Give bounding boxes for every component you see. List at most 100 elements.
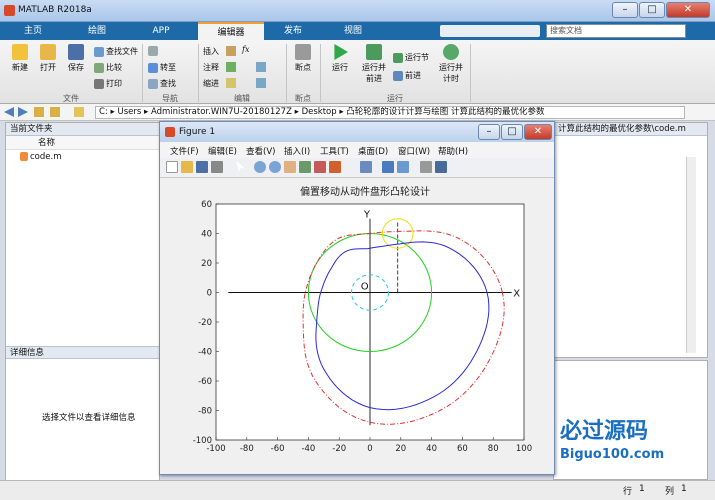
menu-desktop[interactable]: 桌面(D)	[358, 145, 388, 157]
row-label: 行	[623, 487, 633, 497]
comment-button[interactable]: 注释	[203, 62, 219, 73]
hide-plot-tools-icon[interactable]	[420, 161, 432, 173]
open-button[interactable]: 打开	[34, 44, 62, 73]
path-breadcrumb[interactable]: C: ▸ Users ▸ Administrator.WIN7U-2018012…	[95, 106, 685, 119]
figure-window[interactable]: Figure 1 – □ ✕ 文件(F) 编辑(E) 查看(V) 插入(I) 工…	[159, 121, 555, 475]
details-hint: 选择文件以查看详细信息	[42, 413, 136, 423]
minimize-button[interactable]: –	[612, 2, 638, 18]
y-tick-label: -20	[198, 318, 212, 328]
insert-icon	[226, 46, 236, 56]
figure-close-button[interactable]: ✕	[524, 124, 552, 140]
name-column-header[interactable]: 名称	[6, 136, 159, 150]
legend-icon[interactable]	[397, 161, 409, 173]
y-tick-label: -100	[193, 436, 212, 446]
path-crumb[interactable]: 凸轮轮廓的设计计算与绘图 计算此结构的最优化参数	[346, 107, 544, 117]
current-folder-header: 当前文件夹	[6, 123, 159, 136]
compare-icon	[94, 62, 104, 73]
editor-scrollbar[interactable]	[686, 157, 696, 353]
watermark-url: Biguo100.com	[560, 447, 664, 462]
menu-insert[interactable]: 插入(I)	[284, 145, 310, 157]
menu-view[interactable]: 查看(V)	[246, 145, 275, 157]
new-button[interactable]: 新建	[6, 44, 34, 73]
find-files-button[interactable]: 查找文件	[94, 46, 138, 57]
x-tick-label: -80	[240, 444, 254, 454]
forward-icon[interactable]	[18, 107, 28, 117]
pan-icon[interactable]	[284, 161, 296, 173]
insert-function-button[interactable]: fx	[242, 45, 249, 54]
compare-button[interactable]: 比较	[94, 62, 122, 73]
goto-icon	[148, 46, 158, 56]
tab-plots[interactable]: 绘图	[72, 22, 122, 40]
breakpoints-button[interactable]: 断点	[290, 44, 316, 73]
data-cursor-icon[interactable]	[314, 161, 326, 173]
x-tick-label: -60	[271, 444, 285, 454]
folder-icon	[40, 44, 56, 60]
open-file-icon[interactable]	[181, 161, 193, 173]
run-time-button[interactable]: 运行并 计时	[436, 44, 466, 84]
path-crumb[interactable]: C:	[99, 107, 108, 117]
run-button[interactable]: 运行	[326, 44, 354, 73]
path-crumb[interactable]: Users	[117, 107, 141, 117]
menu-help[interactable]: 帮助(H)	[438, 145, 468, 157]
find-button[interactable]: 查找	[148, 78, 176, 89]
search-input[interactable]: 搜索文档	[546, 24, 686, 38]
group-separator	[470, 44, 471, 102]
x-tick-label: -40	[301, 444, 315, 454]
m-file-icon	[20, 152, 28, 161]
link-plot-icon[interactable]	[360, 161, 372, 173]
indent-button[interactable]: 缩进	[203, 78, 219, 89]
percent-icon	[226, 62, 236, 72]
maximize-button[interactable]: □	[639, 2, 665, 18]
tab-home[interactable]: 主页	[8, 22, 58, 40]
tab-editor[interactable]: 编辑器	[198, 22, 264, 40]
tab-view[interactable]: 视图	[328, 22, 378, 40]
rotate-icon[interactable]	[299, 161, 311, 173]
figure-maximize-button[interactable]: □	[501, 124, 523, 140]
cam-profile-chart[interactable]: -100 -80 -60 -40 -20 0 20 40 60 80 100-100-80-60-4…	[160, 178, 554, 474]
show-plot-tools-icon[interactable]	[435, 161, 447, 173]
file-row[interactable]: code.m	[6, 150, 159, 164]
print-button[interactable]: 打印	[94, 78, 122, 89]
zoom-in-icon[interactable]	[254, 161, 266, 173]
brush-icon[interactable]	[329, 161, 341, 173]
y-tick-label: 0	[207, 289, 212, 299]
save-icon[interactable]	[196, 161, 208, 173]
browse-folder-icon[interactable]	[50, 107, 60, 117]
new-figure-icon[interactable]	[166, 161, 178, 173]
print-icon[interactable]	[211, 161, 223, 173]
pointer-icon[interactable]	[236, 161, 245, 173]
save-button[interactable]: 保存	[62, 44, 90, 73]
menu-edit[interactable]: 编辑(E)	[208, 145, 237, 157]
y-tick-label: -60	[198, 377, 212, 387]
path-crumb[interactable]: Administrator.WIN7U-20180127Z	[151, 107, 292, 117]
goto-button[interactable]	[148, 46, 160, 56]
insert-button[interactable]: 插入	[203, 46, 219, 57]
breakpoint-icon	[295, 44, 311, 60]
editor-tab[interactable]: 计算此结构的最优化参数\code.m	[554, 123, 707, 136]
run-section-button[interactable]: 运行节	[393, 52, 429, 63]
zoom-out-icon[interactable]	[269, 161, 281, 173]
watermark-text: 必过源码	[560, 418, 648, 444]
run-advance-button[interactable]: 运行并 前进	[358, 44, 390, 84]
colorbar-icon[interactable]	[382, 161, 394, 173]
y-tick-label: -40	[198, 348, 212, 358]
x-tick-label: 100	[516, 444, 532, 454]
up-folder-icon[interactable]	[34, 107, 44, 117]
origin-label: O	[361, 282, 369, 293]
col-value: 1	[681, 484, 687, 494]
goto-menu-button[interactable]: 转至	[148, 62, 176, 73]
path-crumb[interactable]: Desktop	[302, 107, 337, 117]
tab-publish[interactable]: 发布	[268, 22, 318, 40]
menu-tools[interactable]: 工具(T)	[320, 145, 349, 157]
col-label: 列	[665, 487, 675, 497]
advance-icon	[393, 70, 403, 81]
back-icon[interactable]	[4, 107, 14, 117]
tab-apps[interactable]: APP	[136, 22, 186, 40]
menu-window[interactable]: 窗口(W)	[398, 145, 430, 157]
close-button[interactable]: ✕	[666, 2, 710, 18]
quick-access-toolbar[interactable]	[440, 25, 540, 37]
figure-minimize-button[interactable]: –	[478, 124, 500, 140]
plot-area[interactable]: -100 -80 -60 -40 -20 0 20 40 60 80 100 -100 -80 -60 -4…	[160, 178, 554, 474]
advance-button[interactable]: 前进	[393, 70, 421, 81]
menu-file[interactable]: 文件(F)	[170, 145, 199, 157]
